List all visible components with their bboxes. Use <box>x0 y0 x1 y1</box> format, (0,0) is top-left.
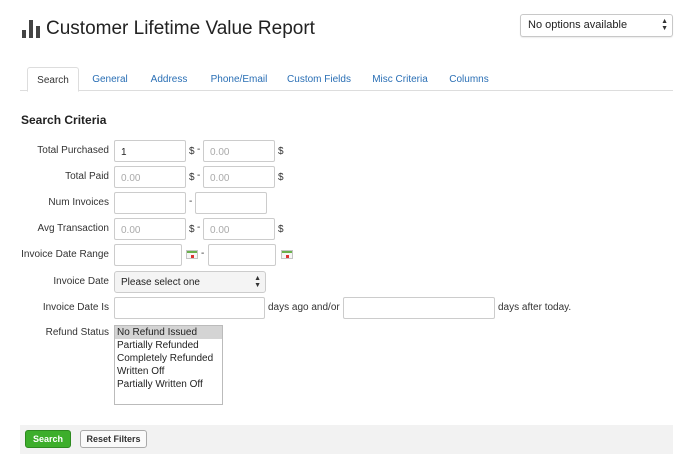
range-separator: - <box>189 196 193 207</box>
search-button[interactable]: Search <box>25 430 71 448</box>
range-separator: - <box>197 222 201 233</box>
num-invoices-label: Num Invoices <box>48 197 109 208</box>
reset-filters-button[interactable]: Reset Filters <box>80 430 147 448</box>
list-item[interactable]: No Refund Issued <box>115 326 222 339</box>
tab-custom-fields[interactable]: Custom Fields <box>285 67 353 91</box>
range-separator: - <box>197 144 201 155</box>
invoice-date-label: Invoice Date <box>53 276 109 287</box>
page-title: Customer Lifetime Value Report <box>46 18 315 39</box>
days-ago-text: days ago and/or <box>268 302 340 313</box>
avg-transaction-label: Avg Transaction <box>37 223 109 234</box>
days-after-text: days after today. <box>498 302 572 313</box>
invoice-date-from-input[interactable] <box>114 244 182 266</box>
refund-status-listbox[interactable]: No Refund Issued Partially Refunded Comp… <box>114 325 223 405</box>
calendar-icon[interactable] <box>281 250 293 259</box>
avg-transaction-to-input[interactable]: 0.00 <box>203 218 275 240</box>
invoice-date-is-label: Invoice Date Is <box>42 302 109 313</box>
tab-general[interactable]: General <box>88 67 132 91</box>
total-purchased-label: Total Purchased <box>37 145 109 156</box>
currency-symbol: $ <box>189 224 195 235</box>
invoice-date-select[interactable]: Please select one ▲ ▼ <box>114 271 266 293</box>
invoice-date-to-input[interactable] <box>208 244 276 266</box>
tab-columns[interactable]: Columns <box>447 67 491 91</box>
num-invoices-to-input[interactable] <box>195 192 267 214</box>
currency-symbol: $ <box>278 224 284 235</box>
days-ago-input[interactable] <box>114 297 265 319</box>
avg-transaction-from-input[interactable]: 0.00 <box>114 218 186 240</box>
invoice-date-select-value: Please select one <box>121 277 200 288</box>
num-invoices-from-input[interactable] <box>114 192 186 214</box>
invoice-date-range-label: Invoice Date Range <box>21 249 109 260</box>
list-item[interactable]: Partially Refunded <box>115 339 222 352</box>
range-separator: - <box>197 170 201 181</box>
total-paid-label: Total Paid <box>65 171 109 182</box>
tab-phone-email[interactable]: Phone/Email <box>206 67 272 91</box>
calendar-icon[interactable] <box>186 250 198 259</box>
tab-bar: Search General Address Phone/Email Custo… <box>20 67 673 92</box>
tab-address[interactable]: Address <box>146 67 192 91</box>
options-select-value: No options available <box>528 19 628 31</box>
total-paid-from-input[interactable]: 0.00 <box>114 166 186 188</box>
options-select[interactable]: No options available ▲ ▼ <box>520 14 673 37</box>
bar-chart-icon <box>22 20 40 38</box>
list-item[interactable]: Partially Written Off <box>115 378 222 391</box>
days-after-input[interactable] <box>343 297 495 319</box>
currency-symbol: $ <box>189 146 195 157</box>
action-bar: Search Reset Filters <box>20 425 673 454</box>
currency-symbol: $ <box>189 172 195 183</box>
total-purchased-to-input[interactable]: 0.00 <box>203 140 275 162</box>
refund-status-label: Refund Status <box>45 327 109 338</box>
currency-symbol: $ <box>278 172 284 183</box>
select-arrows-icon: ▲ ▼ <box>661 18 668 32</box>
section-title: Search Criteria <box>21 113 107 127</box>
tab-misc-criteria[interactable]: Misc Criteria <box>368 67 432 91</box>
list-item[interactable]: Written Off <box>115 365 222 378</box>
range-separator: - <box>201 248 205 259</box>
total-purchased-from-input[interactable]: 1 <box>114 140 186 162</box>
tab-search[interactable]: Search <box>27 67 79 92</box>
total-paid-to-input[interactable]: 0.00 <box>203 166 275 188</box>
currency-symbol: $ <box>278 146 284 157</box>
list-item[interactable]: Completely Refunded <box>115 352 222 365</box>
select-arrows-icon: ▲ ▼ <box>254 275 261 289</box>
